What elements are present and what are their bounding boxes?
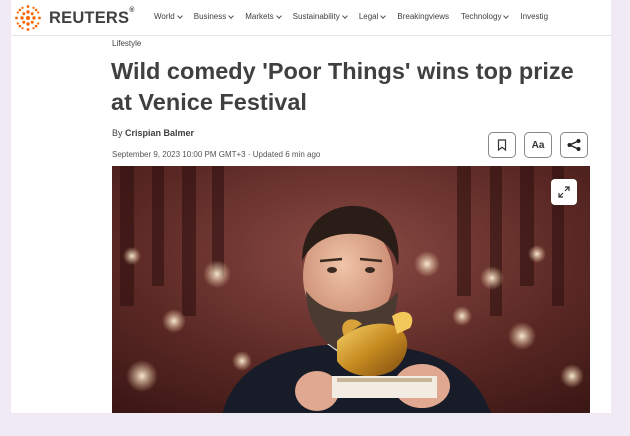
nav-item-breakingviews[interactable]: Breakingviews (397, 12, 449, 21)
nav-item-technology[interactable]: Technology (461, 12, 510, 21)
photo-image (112, 166, 590, 413)
share-icon (567, 139, 581, 151)
top-navigation: REUTERS® World Business Markets Sustaina… (11, 0, 611, 36)
nav-item-markets[interactable]: Markets (245, 12, 282, 21)
chevron-down-icon (176, 12, 183, 19)
reuters-logo[interactable]: REUTERS® (13, 3, 135, 33)
nav-item-sustainability[interactable]: Sustainability (293, 12, 348, 21)
article-page: REUTERS® World Business Markets Sustaina… (11, 0, 611, 413)
chevron-down-icon (341, 12, 348, 19)
byline: By Crispian Balmer (112, 128, 195, 138)
main-nav: World Business Markets Sustainability Le… (154, 12, 560, 21)
article-photo[interactable] (112, 166, 590, 413)
font-size-button[interactable]: Aa (524, 132, 552, 158)
chevron-down-icon (275, 12, 282, 19)
article-headline: Wild comedy 'Poor Things' wins top prize… (111, 58, 574, 115)
reuters-logo-icon (15, 5, 41, 31)
nav-item-legal[interactable]: Legal (359, 12, 387, 21)
expand-icon (558, 186, 570, 198)
section-label[interactable]: Lifestyle (112, 39, 141, 48)
share-button[interactable] (560, 132, 588, 158)
nav-item-world[interactable]: World (154, 12, 183, 21)
nav-item-investigations[interactable]: Investig (520, 12, 548, 21)
nav-item-business[interactable]: Business (194, 12, 235, 21)
author-link[interactable]: Crispian Balmer (125, 128, 194, 138)
bookmark-button[interactable] (488, 132, 516, 158)
publish-date: September 9, 2023 10:00 PM GMT+3 · Updat… (112, 150, 321, 159)
chevron-down-icon (228, 12, 235, 19)
chevron-down-icon (380, 12, 387, 19)
bookmark-icon (497, 139, 507, 151)
reuters-wordmark: REUTERS® (49, 6, 135, 27)
article-tools: Aa (488, 132, 588, 158)
chevron-down-icon (503, 12, 510, 19)
expand-photo-button[interactable] (551, 179, 577, 205)
font-size-label: Aa (531, 139, 545, 151)
